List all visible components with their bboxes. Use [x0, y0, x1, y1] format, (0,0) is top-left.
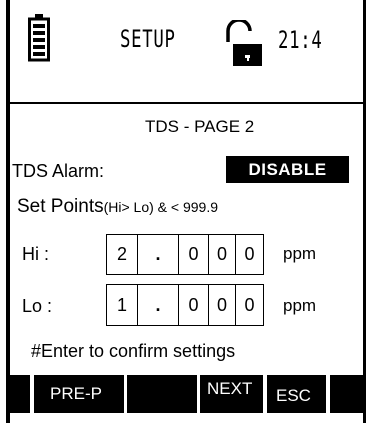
lo-digit-2[interactable]: 0 [178, 284, 209, 326]
unlocked-padlock-icon [225, 18, 262, 66]
set-points-label: Set Points [17, 196, 104, 217]
lo-unit: ppm [283, 296, 317, 315]
lo-digit-3[interactable]: 0 [208, 284, 236, 326]
lo-digit-4[interactable]: 0 [235, 284, 264, 326]
hi-decimal-point: . [137, 234, 179, 275]
lo-digit-1[interactable]: 1 [106, 284, 138, 326]
screen-frame-right [363, 0, 366, 423]
instruction-text: #Enter to confirm settings [31, 341, 236, 361]
tds-alarm-label: TDS Alarm: [12, 161, 105, 181]
hi-setpoint-field[interactable]: 2 . 0 0 0 [106, 234, 264, 275]
hi-unit: ppm [283, 244, 317, 263]
page-title: TDS - PAGE 2 [145, 117, 255, 136]
lo-decimal-point: . [137, 284, 179, 326]
hi-label: Hi : [22, 244, 49, 264]
screen-frame-left [6, 0, 10, 423]
softkey-bar: PRE-P NEXT ESC [10, 375, 363, 413]
set-points-hint: (Hi> Lo) & < 999.9 [103, 199, 219, 215]
softkey-divider [326, 375, 330, 413]
tds-alarm-toggle[interactable]: DISABLE [226, 156, 349, 183]
softkey-esc[interactable]: ESC [276, 386, 311, 406]
hi-digit-2[interactable]: 0 [178, 234, 209, 275]
softkey-divider [124, 375, 127, 413]
hi-digit-1[interactable]: 2 [106, 234, 138, 275]
lo-label: Lo : [22, 296, 53, 316]
softkey-divider [197, 375, 200, 413]
header-title: SETUP [120, 25, 176, 53]
softkey-pre-p[interactable]: PRE-P [50, 384, 102, 404]
clock-time: 21:4 [278, 26, 323, 54]
header-divider [10, 102, 363, 104]
softkey-blank[interactable] [134, 384, 194, 404]
set-points-line: Set Points(Hi> Lo) & < 999.9 [17, 196, 218, 218]
hi-digit-3[interactable]: 0 [208, 234, 236, 275]
softkey-next[interactable]: NEXT [207, 379, 252, 399]
battery-icon [28, 14, 50, 62]
softkey-divider [30, 375, 34, 413]
lo-setpoint-field[interactable]: 1 . 0 0 0 [106, 284, 264, 326]
hi-digit-4[interactable]: 0 [235, 234, 264, 275]
softkey-divider [263, 375, 267, 413]
